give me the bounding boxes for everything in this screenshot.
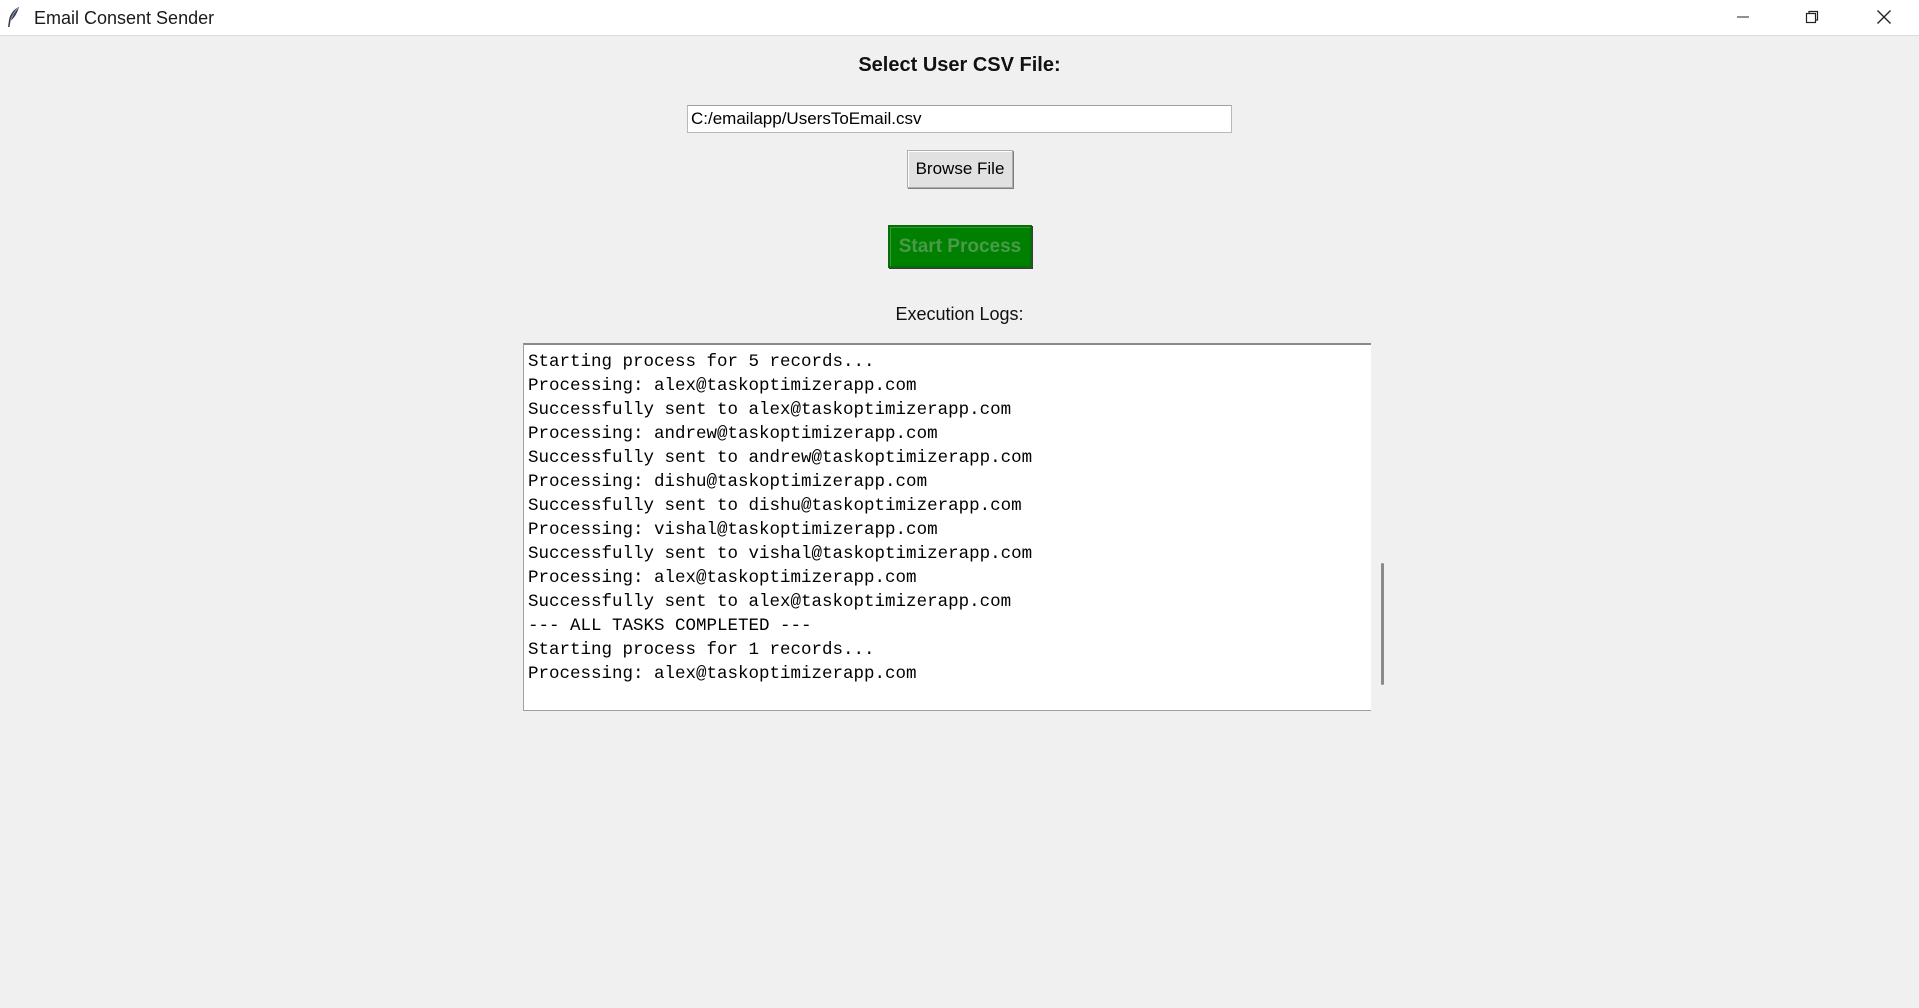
browse-file-button[interactable]: Browse File <box>907 150 1013 188</box>
minimize-icon <box>1736 10 1750 24</box>
log-line: Successfully sent to alex@taskoptimizera… <box>528 592 1012 612</box>
log-line: Successfully sent to dishu@taskoptimizer… <box>528 496 1022 516</box>
log-textbox[interactable]: Starting process for 5 records... Process… <box>523 343 1371 711</box>
restore-icon <box>1805 10 1819 24</box>
log-line: Successfully sent to vishal@taskoptimize… <box>528 544 1033 564</box>
title-bar[interactable]: Email Consent Sender <box>0 0 1919 36</box>
restore-button[interactable] <box>1778 0 1846 34</box>
log-line: Processing: alex@taskoptimizerapp.com <box>528 376 917 396</box>
window-title: Email Consent Sender <box>34 8 215 28</box>
log-line: Processing: alex@taskoptimizerapp.com <box>528 568 917 588</box>
log-lines: Starting process for 5 records... Process… <box>528 350 1032 686</box>
log-line: Processing: andrew@taskoptimizerapp.com <box>528 424 938 444</box>
log-line: Processing: dishu@taskoptimizerapp.com <box>528 472 928 492</box>
log-line: Successfully sent to andrew@taskoptimize… <box>528 448 1033 468</box>
minimize-button[interactable] <box>1709 0 1777 34</box>
feather-icon <box>6 6 22 28</box>
log-line: Processing: alex@taskoptimizerapp.com <box>528 664 917 684</box>
close-icon <box>1876 9 1892 25</box>
app-window: Email Consent Sender Select User CSV Fil… <box>0 0 1919 1008</box>
execution-logs-label: Execution Logs: <box>895 304 1024 324</box>
log-line: Starting process for 1 records... <box>528 640 875 660</box>
csv-file-heading: Select User CSV File: <box>858 54 1061 76</box>
log-line: Successfully sent to alex@taskoptimizera… <box>528 400 1012 420</box>
log-line: Processing: vishal@taskoptimizerapp.com <box>528 520 938 540</box>
log-line: Starting process for 5 records... <box>528 352 875 372</box>
log-scrollbar-thumb[interactable] <box>1381 563 1384 685</box>
log-line: --- ALL TASKS COMPLETED --- <box>528 616 812 636</box>
close-button[interactable] <box>1850 0 1918 34</box>
start-process-button[interactable]: Start Process <box>888 225 1032 268</box>
csv-path-input[interactable] <box>687 105 1232 133</box>
